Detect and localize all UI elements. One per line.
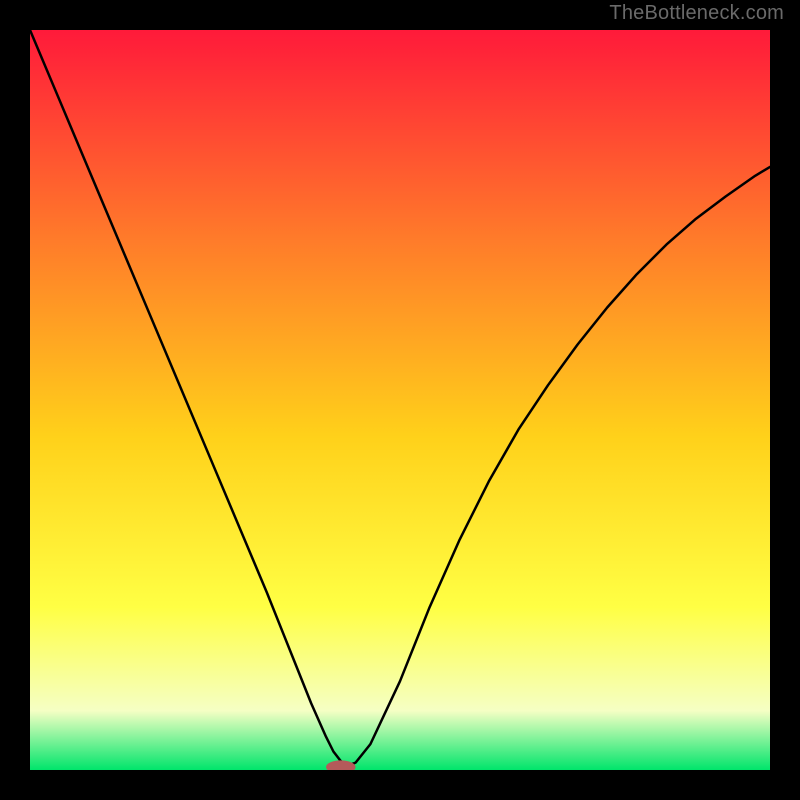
chart-svg — [30, 30, 770, 770]
gradient-background — [30, 30, 770, 770]
watermark-label: TheBottleneck.com — [609, 2, 784, 25]
plot-area — [30, 30, 770, 770]
chart-frame: TheBottleneck.com — [0, 0, 800, 800]
